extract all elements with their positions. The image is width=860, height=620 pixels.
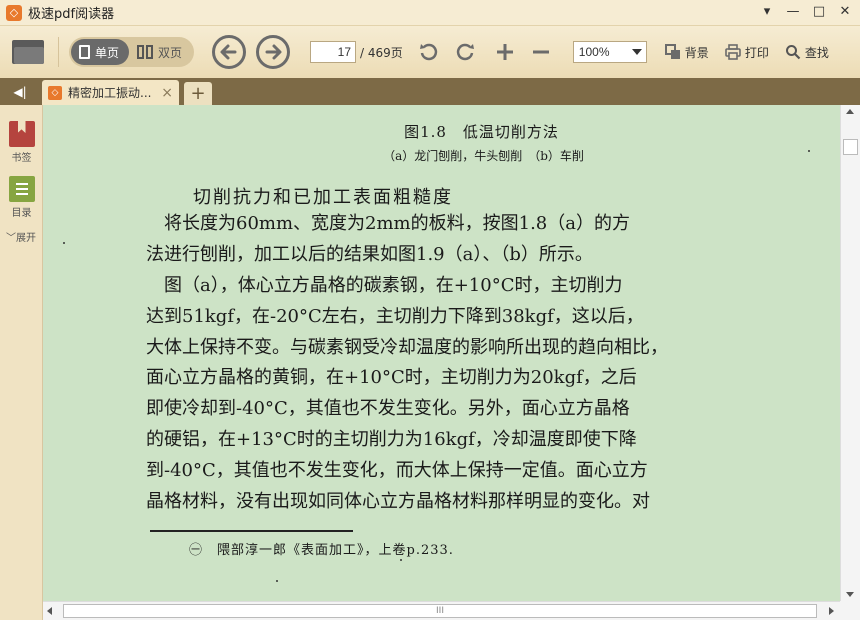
- paragraph-line: 的硬铝，在+13°C时的主切削力为16kgf，冷却温度即使下降: [146, 428, 637, 450]
- expand-label: 展开: [16, 233, 36, 244]
- toolbar: 单页 双页 17 / 469页 100% 背景 打印 查找: [0, 26, 860, 78]
- bookmarks-button[interactable]: 书签: [0, 121, 43, 164]
- tab-bar: ◀| ◇ 精密加工振动... × +: [0, 78, 860, 105]
- menu-dropdown-icon[interactable]: ▾: [758, 3, 776, 21]
- add-tab-button[interactable]: +: [184, 82, 212, 105]
- bookmark-icon: [8, 121, 35, 147]
- zoom-select[interactable]: 100%: [572, 41, 647, 63]
- collapse-sidebar-button[interactable]: ◀|: [0, 78, 40, 105]
- paragraph-line: 到-40°C，其值也不发生变化，而大体上保持一定值。面心立方: [146, 459, 648, 481]
- zoom-out-button[interactable]: [529, 40, 553, 64]
- expand-sidebar-button[interactable]: ﹀展开: [0, 229, 42, 244]
- rotate-ccw-icon: [419, 43, 437, 61]
- paragraph-line: 将长度为60mm、宽度为2mm的板料，按图1.8（a）的方: [146, 213, 630, 234]
- paragraph-2: 图（a），体心立方晶格的碳素钢，在+10°C时，主切削力 达到51kgf，在-2…: [146, 271, 786, 517]
- close-tab-icon[interactable]: ×: [161, 85, 173, 101]
- section-heading: 切削抗力和已加工表面粗糙度: [193, 187, 453, 208]
- dual-page-label: 双页: [158, 45, 183, 60]
- close-window-button[interactable]: ✕: [836, 3, 854, 21]
- paragraph-1: 将长度为60mm、宽度为2mm的板料，按图1.8（a）的方 法进行刨削，加工以后…: [146, 209, 786, 271]
- footnote-divider: [150, 530, 353, 532]
- paragraph-line: 大体上保持不变。与碳素钢受冷却温度的影响所出现的趋向相比，: [146, 336, 668, 358]
- toc-button[interactable]: 目录: [0, 176, 43, 219]
- pdf-page: 图1.8 低温切削方法 （a）龙门刨削，牛头刨削 （b）车削 切削抗力和已加工表…: [43, 105, 840, 601]
- app-title: 极速pdf阅读器: [28, 7, 115, 22]
- single-page-button[interactable]: 单页: [71, 39, 130, 65]
- figure-subcaption: （a）龙门刨削，牛头刨削 （b）车削: [383, 149, 584, 163]
- arrow-left-icon: [220, 44, 237, 60]
- vertical-scrollbar[interactable]: [840, 105, 860, 601]
- paragraph-line: 法进行刨削，加工以后的结果如图1.9（a）、（b）所示。: [146, 243, 593, 265]
- title-bar: ◇ 极速pdf阅读器 ▾ — □ ✕: [0, 0, 860, 26]
- scroll-up-arrow-icon[interactable]: [846, 109, 854, 114]
- footnote: ㊀ 隈部淳一郎《表面加工》，上卷p.233.: [189, 543, 454, 558]
- vertical-scroll-thumb[interactable]: [843, 139, 858, 155]
- zoom-in-button[interactable]: [493, 40, 517, 64]
- rotate-cw-icon: [456, 43, 474, 61]
- scrollbar-corner: [840, 601, 860, 620]
- paragraph-line: 图（a），体心立方晶格的碳素钢，在+10°C时，主切削力: [146, 275, 623, 296]
- toc-label: 目录: [11, 208, 32, 219]
- minus-icon: [532, 50, 549, 54]
- scroll-down-arrow-icon[interactable]: [846, 592, 854, 597]
- single-page-label: 单页: [95, 45, 120, 60]
- printer-icon: [725, 44, 741, 60]
- search-label: 查找: [804, 45, 829, 60]
- search-icon: [785, 45, 801, 60]
- document-tab-icon: ◇: [48, 85, 62, 100]
- scan-speck: [276, 580, 278, 582]
- left-sidebar: 书签 目录 ﹀展开: [0, 105, 43, 620]
- paragraph-line: 即使冷却到-40°C，其值也不发生变化。另外，面心立方晶格: [146, 398, 630, 420]
- plus-icon: [496, 44, 513, 60]
- rotate-left-button[interactable]: [417, 40, 441, 64]
- bookmarks-label: 书签: [11, 153, 32, 164]
- zoom-value: 100%: [578, 45, 610, 59]
- previous-page-button[interactable]: [212, 35, 247, 69]
- next-page-button[interactable]: [256, 35, 291, 69]
- paragraph-line: 达到51kgf，在-20°C左右，主切削力下降到38kgf，这以后，: [146, 305, 644, 327]
- minimize-button[interactable]: —: [784, 3, 802, 21]
- page-total: / 469页: [360, 45, 403, 60]
- figure-caption: 图1.8 低温切削方法: [404, 123, 559, 141]
- open-folder-button[interactable]: [12, 38, 46, 66]
- arrow-right-icon: [265, 44, 282, 60]
- document-tab-title: 精密加工振动...: [68, 86, 152, 100]
- dual-page-icon: [137, 45, 154, 59]
- search-button[interactable]: 查找: [785, 44, 829, 61]
- document-view[interactable]: 图1.8 低温切削方法 （a）龙门刨削，牛头刨削 （b）车削 切削抗力和已加工表…: [43, 105, 840, 601]
- page-number-input[interactable]: 17: [310, 41, 357, 63]
- window-controls: ▾ — □ ✕: [758, 3, 854, 21]
- print-label: 打印: [744, 45, 769, 60]
- background-label: 背景: [684, 45, 709, 60]
- maximize-button[interactable]: □: [810, 3, 828, 21]
- horizontal-scrollbar[interactable]: III: [43, 601, 840, 620]
- document-tab[interactable]: ◇ 精密加工振动... ×: [42, 80, 179, 105]
- background-button[interactable]: 背景: [664, 44, 709, 61]
- single-page-icon: [79, 45, 90, 59]
- chevron-down-icon: ﹀: [6, 233, 16, 244]
- print-button[interactable]: 打印: [725, 44, 769, 61]
- app-logo-icon: ◇: [6, 4, 22, 21]
- background-icon: [664, 44, 680, 59]
- scroll-right-arrow-icon[interactable]: [829, 607, 834, 615]
- paragraph-line: 面心立方晶格的黄铜，在+10°C时，主切削力为20kgf，之后: [146, 367, 637, 389]
- table-of-contents-icon: [8, 176, 35, 202]
- horizontal-scroll-thumb[interactable]: III: [63, 604, 817, 618]
- toolbar-divider: [58, 37, 59, 67]
- chevron-down-icon: [631, 49, 642, 55]
- scan-speck: [808, 150, 810, 152]
- view-mode-toggle: 单页 双页: [69, 37, 195, 67]
- dual-page-button[interactable]: 双页: [129, 39, 192, 65]
- rotate-right-button[interactable]: [453, 40, 477, 64]
- scroll-left-arrow-icon[interactable]: [47, 607, 52, 615]
- scan-speck: [400, 559, 402, 561]
- scan-speck: [63, 242, 65, 244]
- paragraph-line: 晶格材料，没有出现如同体心立方晶格材料那样明显的变化。对: [146, 490, 650, 512]
